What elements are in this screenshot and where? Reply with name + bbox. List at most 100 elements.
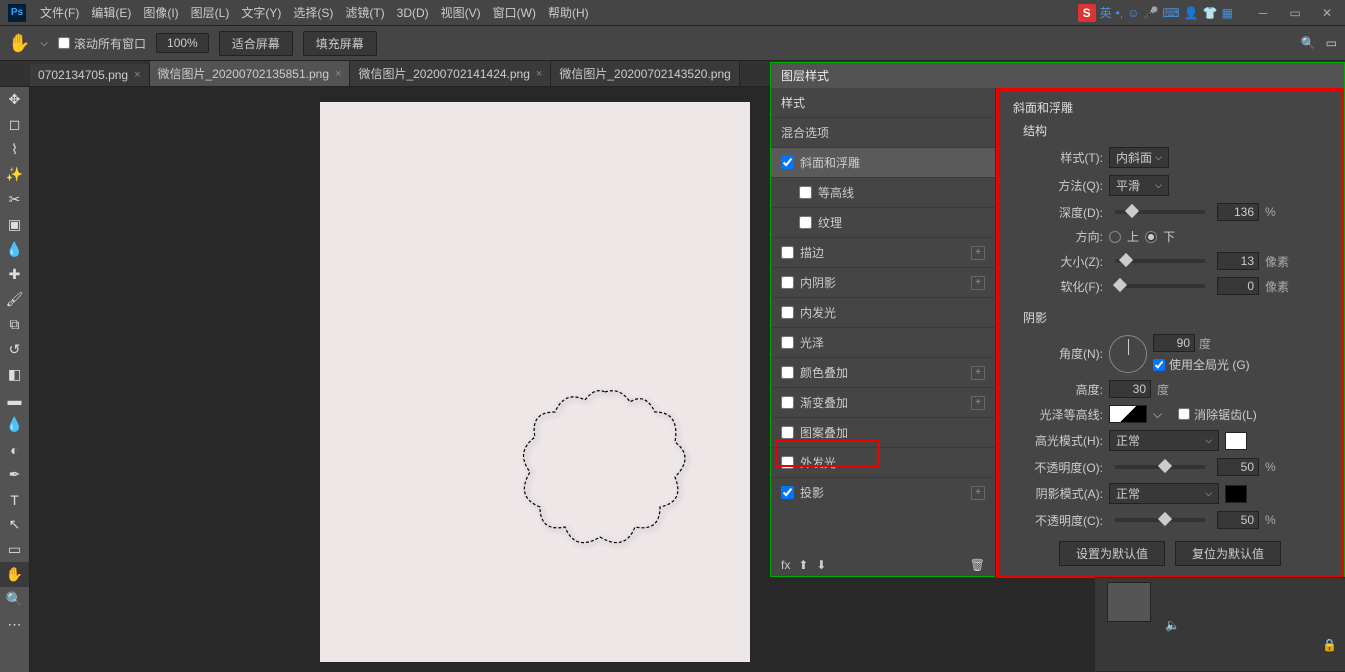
add-icon[interactable]: + (971, 366, 985, 380)
ime-icon-2[interactable]: ☺ (1127, 6, 1139, 20)
eyedropper-tool[interactable]: 💧 (0, 237, 29, 262)
antialias-checkbox[interactable]: 消除锯齿(L) (1178, 406, 1257, 423)
blur-tool[interactable]: 💧 (0, 412, 29, 437)
set-default-button[interactable]: 设置为默认值 (1059, 541, 1165, 566)
tab-1[interactable]: 微信图片_20200702135851.png× (150, 61, 351, 86)
chevron-down-icon[interactable]: ⌵ (1153, 407, 1162, 422)
style-checkbox[interactable] (781, 366, 794, 379)
highlight-mode-select[interactable]: 正常⌵ (1109, 430, 1219, 451)
menu-3d[interactable]: 3D(D) (391, 6, 435, 20)
highlight-opacity-slider[interactable] (1115, 465, 1205, 469)
layer-thumbnail[interactable] (1107, 582, 1151, 622)
altitude-input[interactable]: 30 (1109, 380, 1151, 398)
crop-tool[interactable]: ✂ (0, 187, 29, 212)
more-tools[interactable]: ⋯ (0, 612, 29, 637)
zoom-tool[interactable]: 🔍 (0, 587, 29, 612)
style-color-overlay[interactable]: 颜色叠加+ (771, 357, 995, 387)
menu-select[interactable]: 选择(S) (287, 4, 339, 21)
style-contour[interactable]: 等高线 (771, 177, 995, 207)
tab-close-icon[interactable]: × (536, 68, 542, 80)
soften-slider[interactable] (1115, 284, 1205, 288)
style-checkbox[interactable] (799, 186, 812, 199)
style-stroke[interactable]: 描边+ (771, 237, 995, 267)
soften-input[interactable]: 0 (1217, 277, 1259, 295)
fill-screen-button[interactable]: 填充屏幕 (303, 31, 377, 56)
ime-icon-5[interactable]: 👤 (1184, 6, 1199, 20)
close-button[interactable]: ✕ (1317, 6, 1337, 20)
style-bevel[interactable]: 斜面和浮雕 (771, 147, 995, 177)
style-inner-glow[interactable]: 内发光 (771, 297, 995, 327)
gradient-tool[interactable]: ▬ (0, 387, 29, 412)
dir-up-radio[interactable] (1109, 231, 1121, 243)
path-select-tool[interactable]: ↖ (0, 512, 29, 537)
hand-tool[interactable]: ✋ (0, 562, 29, 587)
style-checkbox[interactable] (781, 426, 794, 439)
stamp-tool[interactable]: ⧉ (0, 312, 29, 337)
menu-layer[interactable]: 图层(L) (185, 4, 236, 21)
dodge-tool[interactable]: ◐ (0, 437, 29, 462)
tab-3[interactable]: 微信图片_20200702143520.png (551, 61, 739, 86)
up-icon[interactable]: ⬆ (798, 558, 808, 572)
tab-2[interactable]: 微信图片_20200702141424.png× (350, 61, 551, 86)
style-checkbox[interactable] (781, 276, 794, 289)
style-checkbox[interactable] (799, 216, 812, 229)
style-drop-shadow[interactable]: 投影+ (771, 477, 995, 507)
restore-button[interactable]: ▭ (1285, 6, 1305, 20)
dir-down-radio[interactable] (1145, 231, 1157, 243)
style-checkbox[interactable] (781, 396, 794, 409)
lock-icon[interactable]: 🔒 (1322, 638, 1337, 652)
style-checkbox[interactable] (781, 246, 794, 259)
search-icon[interactable]: 🔍 (1301, 36, 1316, 50)
speaker-icon[interactable]: 🔈 (1165, 618, 1180, 632)
add-icon[interactable]: + (971, 276, 985, 290)
hand-tool-icon[interactable]: ✋ (8, 33, 30, 54)
minimize-button[interactable]: ─ (1253, 6, 1273, 20)
blending-options[interactable]: 混合选项 (771, 117, 995, 147)
scroll-all-checkbox[interactable]: 滚动所有窗口 (58, 35, 146, 52)
frame-tool[interactable]: ▣ (0, 212, 29, 237)
down-icon[interactable]: ⬇ (816, 558, 826, 572)
ime-icon-3[interactable]: 🎤 (1143, 6, 1158, 20)
style-checkbox[interactable] (781, 336, 794, 349)
angle-dial[interactable] (1109, 335, 1147, 373)
global-light-checkbox[interactable]: 使用全局光 (G) (1153, 356, 1250, 373)
tab-0[interactable]: 07021347​05.png× (30, 64, 150, 86)
sogou-icon[interactable]: S (1078, 4, 1096, 22)
style-gradient-overlay[interactable]: 渐变叠加+ (771, 387, 995, 417)
marquee-tool[interactable]: ◻ (0, 112, 29, 137)
size-slider[interactable] (1115, 259, 1205, 263)
method-select[interactable]: 平滑⌵ (1109, 175, 1169, 196)
reset-default-button[interactable]: 复位为默认值 (1175, 541, 1281, 566)
type-tool[interactable]: T (0, 487, 29, 512)
heal-tool[interactable]: ✚ (0, 262, 29, 287)
style-checkbox[interactable] (781, 156, 794, 169)
pen-tool[interactable]: ✒ (0, 462, 29, 487)
tab-close-icon[interactable]: × (134, 69, 140, 81)
angle-input[interactable]: 90 (1153, 334, 1195, 352)
history-brush-tool[interactable]: ↺ (0, 337, 29, 362)
menu-type[interactable]: 文字(Y) (235, 4, 287, 21)
shadow-mode-select[interactable]: 正常⌵ (1109, 483, 1219, 504)
tab-close-icon[interactable]: × (335, 68, 341, 80)
style-satin[interactable]: 光泽 (771, 327, 995, 357)
wand-tool[interactable]: ✨ (0, 162, 29, 187)
ime-icon-6[interactable]: 👕 (1203, 6, 1218, 20)
gloss-contour-swatch[interactable] (1109, 405, 1147, 423)
shape-tool[interactable]: ▭ (0, 537, 29, 562)
shadow-color[interactable] (1225, 485, 1247, 503)
style-texture[interactable]: 纹理 (771, 207, 995, 237)
lasso-tool[interactable]: ⌇ (0, 137, 29, 162)
menu-image[interactable]: 图像(I) (137, 4, 184, 21)
tool-preset-chevron[interactable]: ⌵ (40, 38, 48, 49)
highlight-color[interactable] (1225, 432, 1247, 450)
shadow-opacity-slider[interactable] (1115, 518, 1205, 522)
style-select[interactable]: 内斜面⌵ (1109, 147, 1169, 168)
menu-file[interactable]: 文件(F) (34, 4, 85, 21)
add-icon[interactable]: + (971, 396, 985, 410)
menu-filter[interactable]: 滤镜(T) (339, 4, 390, 21)
style-inner-shadow[interactable]: 内阴影+ (771, 267, 995, 297)
eraser-tool[interactable]: ◧ (0, 362, 29, 387)
fx-icon[interactable]: fx (781, 558, 790, 572)
menu-window[interactable]: 窗口(W) (487, 4, 542, 21)
ime-lang[interactable]: 英 (1100, 4, 1112, 21)
